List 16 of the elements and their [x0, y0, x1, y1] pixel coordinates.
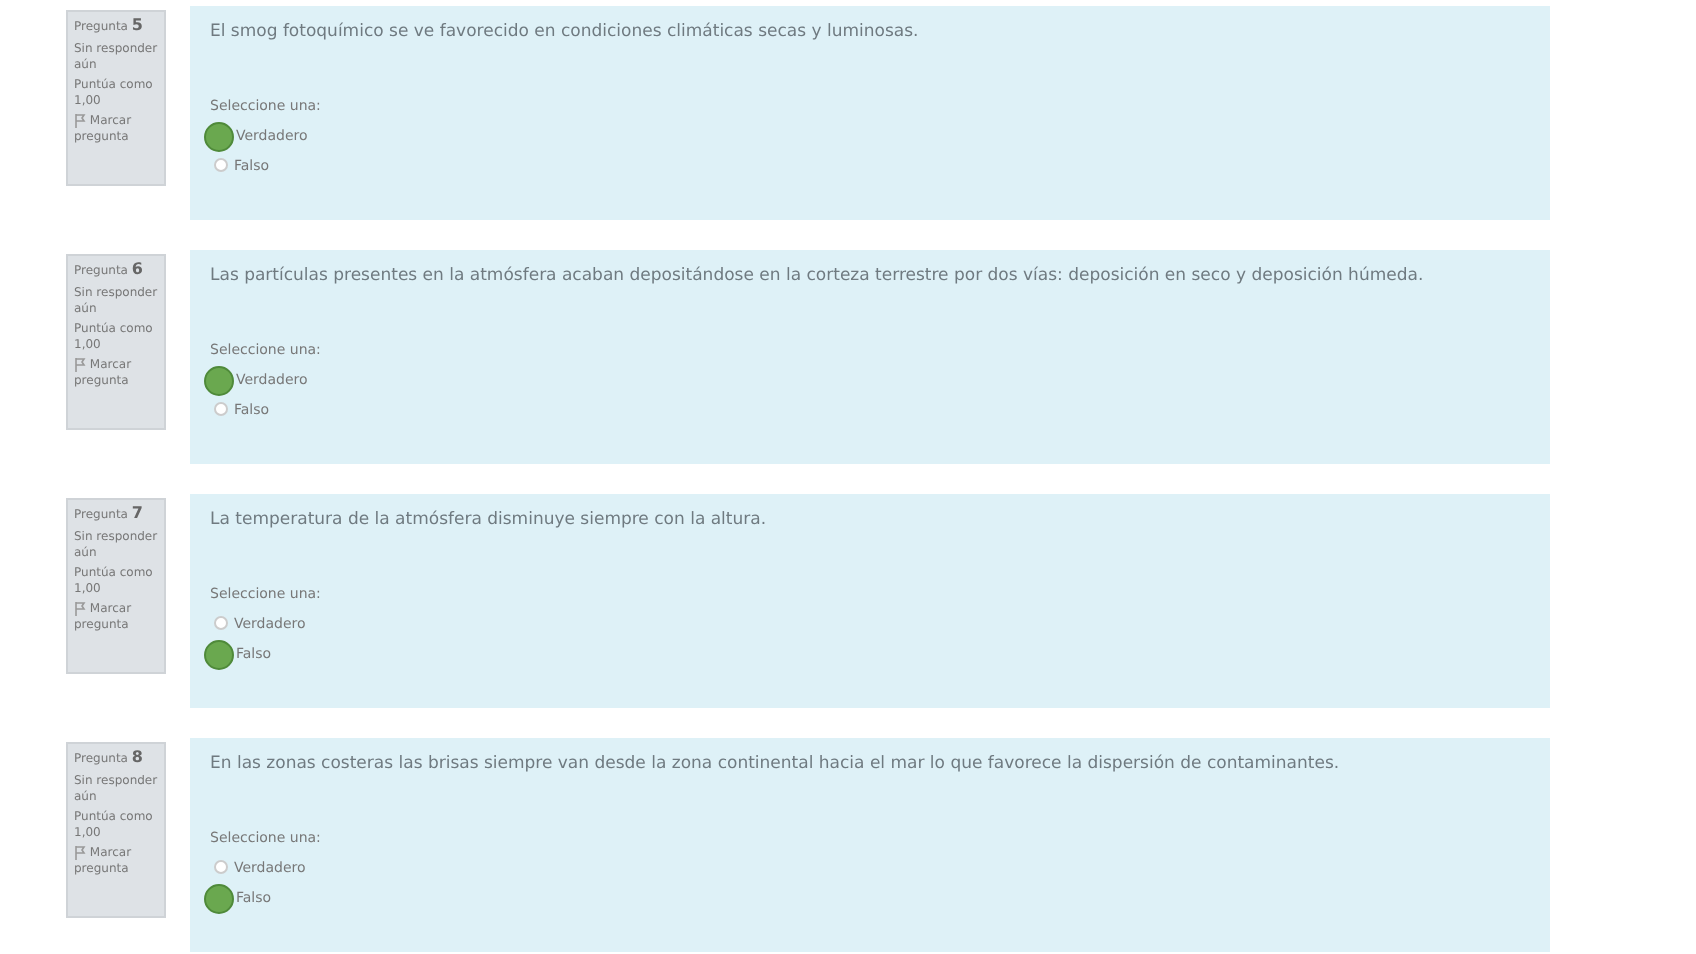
- flag-icon: [74, 602, 86, 616]
- flag-icon: [74, 846, 86, 860]
- flag-icon: [74, 358, 86, 372]
- flag-icon: [74, 114, 86, 128]
- question-text: En las zonas costeras las brisas siempre van desde la zona continental hacia el mar lo que favorece la dispersión de contaminantes.: [210, 754, 1342, 774]
- question-text: Las partículas presentes en la atmósfera acaban depositándose en la corteza terrestre por dos vías: deposición en seco y deposición húmeda.: [210, 266, 1426, 286]
- radio-button[interactable]: [204, 640, 234, 670]
- radio-button[interactable]: [204, 366, 234, 396]
- question-text: El smog fotoquímico se ve favorecido en condiciones climáticas secas y luminosas.: [210, 22, 921, 42]
- radio-button[interactable]: [204, 122, 234, 152]
- question-text: La temperatura de la atmósfera disminuye siempre con la altura.: [210, 510, 769, 530]
- radio-button[interactable]: [204, 884, 234, 914]
- radio-button[interactable]: [214, 616, 228, 630]
- radio-button[interactable]: [214, 402, 228, 416]
- radio-button[interactable]: [214, 860, 228, 874]
- radio-button[interactable]: [214, 158, 228, 172]
